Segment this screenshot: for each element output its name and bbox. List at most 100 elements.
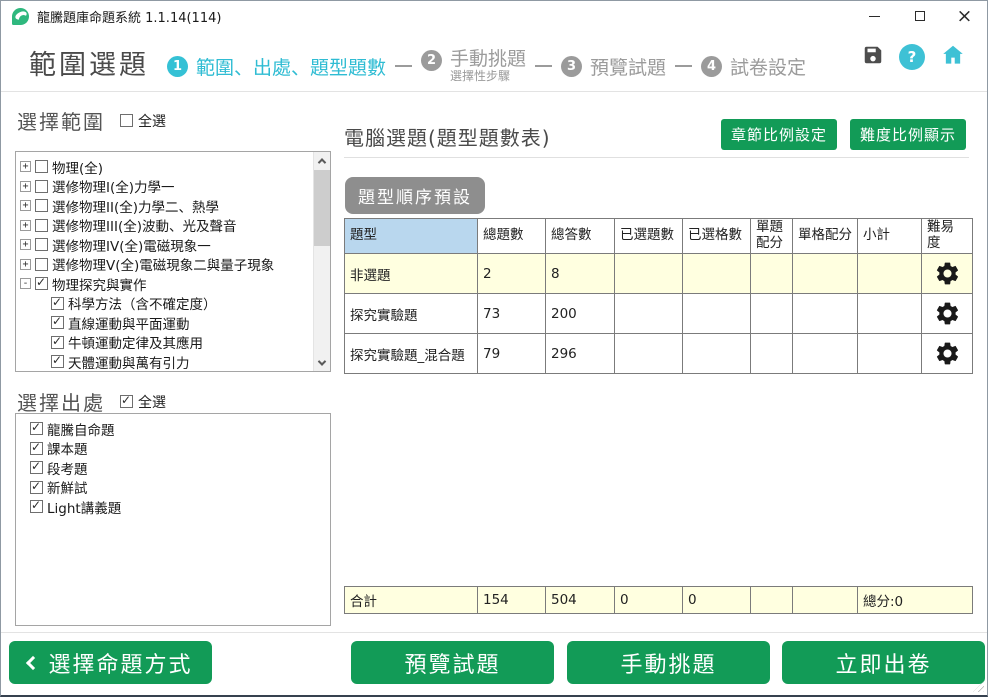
cell-selected-cells[interactable] <box>683 254 751 294</box>
generate-button-label: 立即出卷 <box>835 647 931 679</box>
scroll-down-button[interactable] <box>314 354 330 371</box>
list-item[interactable]: 龍騰自命題 <box>20 419 310 439</box>
tree-item[interactable]: - 物理探究與實作 <box>20 274 310 294</box>
cell-selected-questions[interactable] <box>615 254 683 294</box>
home-button[interactable] <box>940 42 966 72</box>
scope-select-all-checkbox[interactable] <box>120 114 133 127</box>
tree-item-label: 選修物理II(全)力學二、熱學 <box>52 196 219 216</box>
difficulty-settings-button[interactable] <box>922 294 973 334</box>
checkbox[interactable] <box>35 238 48 251</box>
summary-selected-questions: 0 <box>615 587 683 614</box>
cell-points-per-question[interactable] <box>751 334 793 374</box>
checkbox[interactable] <box>51 316 64 329</box>
step-2[interactable]: 2 手動挑題 選擇性步驟 <box>421 49 526 83</box>
tree-item[interactable]: + 選修物理V(全)電磁現象二與量子現象 <box>20 255 310 275</box>
scrollbar-thumb[interactable] <box>314 170 330 246</box>
difficulty-ratio-button[interactable]: 難度比例顯示 <box>850 119 966 150</box>
app-window: 龍騰題庫命題系統 1.1.14(114) × 範圍選題 1 範圍、出處、題型題數… <box>0 0 988 697</box>
checkbox[interactable] <box>30 461 43 474</box>
cell-selected-questions[interactable] <box>615 334 683 374</box>
expand-toggle-icon[interactable]: + <box>20 200 31 211</box>
back-to-mode-button[interactable]: 選擇命題方式 <box>9 641 212 684</box>
manual-pick-button[interactable]: 手動挑題 <box>567 641 770 684</box>
tree-item-label: 物理探究與實作 <box>52 274 147 294</box>
checkbox[interactable] <box>51 297 64 310</box>
preview-questions-button[interactable]: 預覽試題 <box>351 641 554 684</box>
checkbox[interactable] <box>30 481 43 494</box>
scroll-up-button[interactable] <box>314 152 330 169</box>
chapter-ratio-button[interactable]: 章節比例設定 <box>721 119 837 150</box>
checkbox[interactable] <box>35 219 48 232</box>
column-header: 難易度 <box>922 219 973 254</box>
source-select-all-checkbox[interactable] <box>120 395 133 408</box>
help-icon: ? <box>908 48 917 66</box>
scrollbar[interactable] <box>313 152 330 371</box>
tree-item[interactable]: + 物理(全) <box>20 157 310 177</box>
cell-selected-cells[interactable] <box>683 334 751 374</box>
cell-selected-questions[interactable] <box>615 294 683 334</box>
close-button[interactable]: × <box>942 1 987 31</box>
header-divider <box>1 91 987 92</box>
checkbox[interactable] <box>35 258 48 271</box>
minimize-icon <box>869 16 880 17</box>
cell-points-per-cell[interactable] <box>793 294 858 334</box>
checkbox[interactable] <box>35 199 48 212</box>
maximize-button[interactable] <box>897 1 942 31</box>
tree-item[interactable]: 科學方法（含不確定度） <box>20 294 310 314</box>
list-item[interactable]: 段考題 <box>20 458 310 478</box>
summary-points-per-question <box>751 587 793 614</box>
cell-selected-cells[interactable] <box>683 294 751 334</box>
expand-toggle-icon[interactable]: + <box>20 220 31 231</box>
step-1[interactable]: 1 範圍、出處、題型題數 <box>167 53 386 80</box>
cell-points-per-question[interactable] <box>751 254 793 294</box>
cell-points-per-cell[interactable] <box>793 254 858 294</box>
checkbox[interactable] <box>30 422 43 435</box>
expand-toggle-icon[interactable]: - <box>20 278 31 289</box>
checkbox[interactable] <box>35 180 48 193</box>
generate-exam-button[interactable]: 立即出卷 <box>782 641 985 684</box>
list-item[interactable]: 新鮮試 <box>20 478 310 498</box>
tree-item[interactable]: + 選修物理II(全)力學二、熱學 <box>20 196 310 216</box>
checkbox[interactable] <box>51 355 64 368</box>
tree-item[interactable]: 天體運動與萬有引力 <box>20 352 310 372</box>
checkbox[interactable] <box>35 160 48 173</box>
step-connector <box>535 65 552 67</box>
app-logo-icon <box>12 8 29 25</box>
expand-toggle-icon[interactable]: + <box>20 259 31 270</box>
tree-item[interactable]: 直線運動與平面運動 <box>20 313 310 333</box>
expand-toggle-icon[interactable]: + <box>20 239 31 250</box>
expand-toggle-icon[interactable]: + <box>20 161 31 172</box>
tree-item-label: 牛頓運動定律及其應用 <box>68 332 203 352</box>
difficulty-settings-button[interactable] <box>922 254 973 294</box>
tree-item-label: 科學方法（含不確定度） <box>68 293 217 313</box>
tree-item[interactable]: + 選修物理III(全)波動、光及聲音 <box>20 216 310 236</box>
list-item-label: Light講義題 <box>47 497 121 517</box>
cell-points-per-question[interactable] <box>751 294 793 334</box>
source-select-all[interactable]: 全選 <box>120 392 166 412</box>
scope-select-all[interactable]: 全選 <box>120 111 166 131</box>
help-button[interactable]: ? <box>899 44 925 70</box>
cell-question-type: 探究實驗題_混合題 <box>345 334 478 374</box>
cell-points-per-cell[interactable] <box>793 334 858 374</box>
checkbox[interactable] <box>51 336 64 349</box>
checkbox[interactable] <box>30 442 43 455</box>
checkbox[interactable] <box>35 277 48 290</box>
tree-item[interactable]: + 選修物理IV(全)電磁現象一 <box>20 235 310 255</box>
list-item[interactable]: 課本題 <box>20 439 310 459</box>
expand-toggle-icon[interactable]: + <box>20 181 31 192</box>
step-3[interactable]: 3 預覽試題 <box>561 53 666 80</box>
step-1-label: 範圍、出處、題型題數 <box>196 53 386 80</box>
minimize-button[interactable] <box>852 1 897 31</box>
computer-selection-title: 電腦選題(題型題數表) <box>344 122 551 151</box>
checkbox[interactable] <box>30 500 43 513</box>
scope-title: 選擇範圍 <box>17 106 105 135</box>
tree-item[interactable]: 牛頓運動定律及其應用 <box>20 333 310 353</box>
tree-item[interactable]: + 選修物理I(全)力學一 <box>20 177 310 197</box>
tree-item-label: 選修物理I(全)力學一 <box>52 176 175 196</box>
difficulty-settings-button[interactable] <box>922 334 973 374</box>
wizard-steps: 1 範圍、出處、題型題數 2 手動挑題 選擇性步驟 3 預覽試題 4 試卷設定 <box>167 49 806 83</box>
list-item[interactable]: Light講義題 <box>20 497 310 517</box>
type-order-preset-button[interactable]: 題型順序預設 <box>345 177 485 214</box>
step-4[interactable]: 4 試卷設定 <box>701 53 806 80</box>
save-button[interactable] <box>862 44 884 70</box>
